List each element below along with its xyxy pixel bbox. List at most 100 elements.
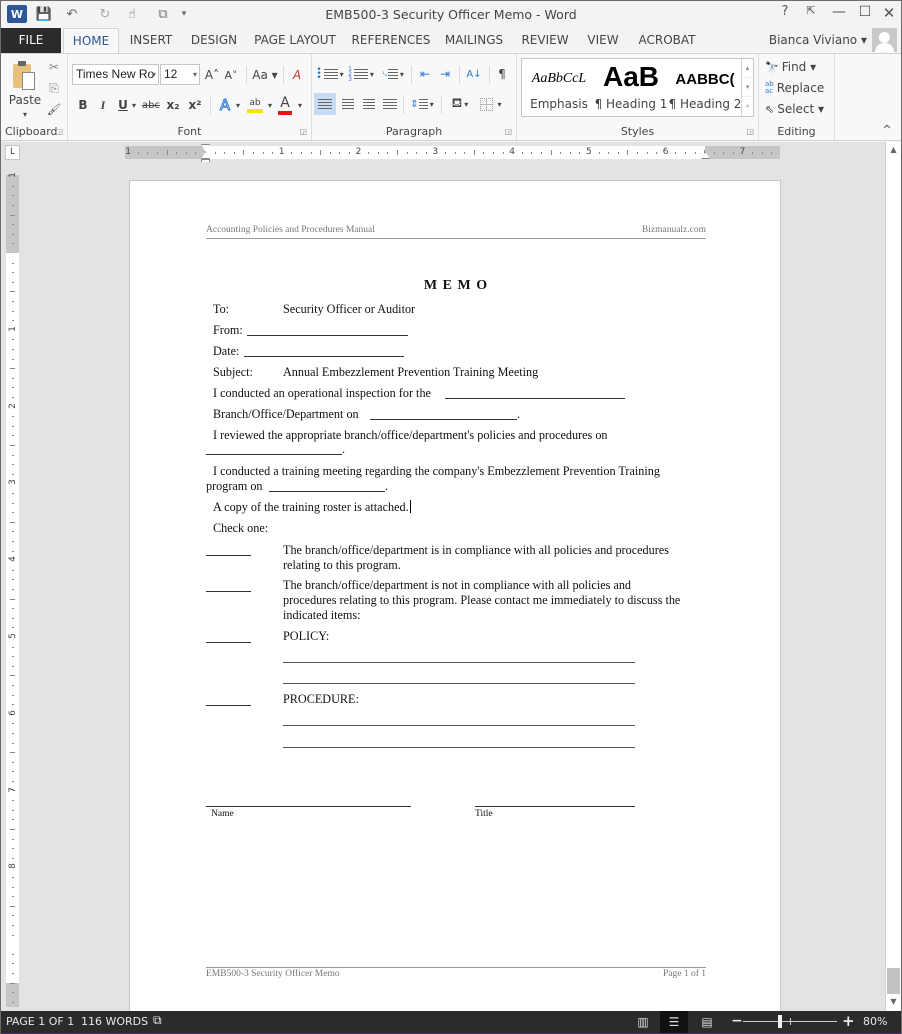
bold-button[interactable]: B — [76, 95, 90, 115]
style-emphasis[interactable]: AaBbCcL Emphasis — [524, 59, 594, 116]
scroll-down-arrow[interactable]: ▼ — [886, 994, 901, 1010]
tab-insert[interactable]: INSERT — [123, 28, 179, 53]
chevron-down-icon[interactable]: ▾ — [296, 95, 304, 115]
align-right-button[interactable] — [359, 93, 379, 115]
ribbon-display-options-button[interactable]: ⇱ — [799, 4, 823, 24]
avatar[interactable] — [872, 28, 897, 52]
horizontal-ruler[interactable]: 1 1 2 3 4 5 6 7 — [125, 144, 780, 165]
tab-references[interactable]: REFERENCES — [349, 28, 433, 53]
web-layout-button[interactable]: ▤ — [693, 1011, 721, 1033]
paste-options-arrow[interactable]: ▾ — [19, 108, 31, 120]
font-launcher-icon[interactable]: ◲ — [299, 127, 307, 136]
gallery-up-button[interactable]: ▴ — [742, 59, 753, 78]
inspection-blank[interactable] — [445, 398, 625, 399]
underline-button[interactable]: U — [116, 95, 130, 115]
vertical-ruler[interactable]: 1 1 2 3 4 5 6 7 8 — [6, 172, 19, 1007]
policy-line-1[interactable] — [283, 662, 635, 664]
program-date-blank[interactable] — [269, 491, 385, 492]
copy-icon[interactable]: ⎘ — [45, 79, 63, 97]
shrink-font-button[interactable]: A˅ — [223, 65, 239, 85]
zoom-level[interactable]: 80% — [863, 1015, 887, 1028]
chevron-down-icon[interactable]: ▾ — [130, 95, 138, 115]
text-effects-button[interactable]: A — [216, 95, 234, 115]
reviewed-date-blank[interactable] — [206, 454, 342, 455]
change-case-button[interactable]: Aa ▾ — [250, 65, 280, 85]
zoom-slider-thumb[interactable] — [777, 1015, 782, 1028]
sort-button[interactable]: A↓ — [464, 64, 484, 84]
document-page[interactable]: Accounting Policies and Procedures Manua… — [129, 180, 781, 1020]
numbering-button[interactable]: 1 2 3 ▾ — [346, 64, 376, 84]
line-spacing-button[interactable]: ⇕ ▾ — [407, 93, 437, 115]
style-heading-2[interactable]: AABBC( ¶ Heading 2 — [668, 59, 742, 116]
tab-acrobat[interactable]: ACROBAT — [633, 28, 701, 53]
policy-checkbox-blank[interactable] — [206, 642, 251, 643]
close-button[interactable]: ✕ — [877, 4, 901, 24]
scroll-up-arrow[interactable]: ▲ — [886, 142, 901, 158]
zoom-in-button[interactable]: + — [842, 1012, 855, 1030]
tab-home[interactable]: HOME — [63, 28, 119, 54]
font-name-combo[interactable]: Times New Ro ▾ — [72, 64, 159, 85]
font-color-button[interactable]: A — [276, 94, 294, 116]
from-blank[interactable] — [247, 335, 408, 336]
read-mode-button[interactable]: ▥ — [629, 1011, 657, 1033]
increase-indent-button[interactable]: ⇥ — [436, 64, 454, 84]
collapse-ribbon-button[interactable]: ^ — [879, 122, 895, 136]
find-button[interactable]: 🔭 Find ▾ — [765, 57, 829, 77]
italic-button[interactable]: I — [96, 95, 110, 115]
multilevel-list-button[interactable]: ¹ₐ ▾ — [378, 64, 408, 84]
tab-review[interactable]: REVIEW — [517, 28, 573, 53]
chevron-down-icon[interactable]: ▾ — [234, 95, 242, 115]
vertical-scrollbar[interactable]: ▲ ▼ — [885, 142, 901, 1011]
select-button[interactable]: ⇖ Select ▾ — [765, 99, 829, 119]
tab-file[interactable]: FILE — [1, 28, 61, 53]
zoom-out-button[interactable]: − — [731, 1013, 743, 1029]
tab-page-layout[interactable]: PAGE LAYOUT — [251, 28, 339, 53]
decrease-indent-button[interactable]: ⇤ — [416, 64, 434, 84]
tab-mailings[interactable]: MAILINGS — [441, 28, 507, 53]
borders-button[interactable]: ▾ — [476, 93, 506, 115]
chevron-down-icon[interactable]: ▾ — [193, 65, 197, 84]
strikethrough-button[interactable]: abc — [140, 95, 162, 115]
tab-selector[interactable]: L — [5, 145, 20, 160]
print-layout-button[interactable]: ☰ — [660, 1011, 688, 1033]
superscript-button[interactable]: x² — [186, 95, 204, 115]
styles-launcher-icon[interactable]: ◲ — [746, 127, 754, 136]
procedure-line-1[interactable] — [283, 725, 635, 727]
replace-button[interactable]: ab ac Replace — [765, 78, 833, 98]
scroll-thumb[interactable] — [887, 968, 900, 994]
name-signature-line[interactable] — [206, 806, 411, 807]
chevron-down-icon[interactable]: ▾ — [152, 65, 156, 84]
page-count[interactable]: PAGE 1 OF 1 — [6, 1015, 74, 1028]
bullets-button[interactable]: • • • ▾ — [316, 64, 344, 84]
gallery-down-button[interactable]: ▾ — [742, 78, 753, 97]
user-account[interactable]: Bianca Viviano ▾ — [769, 33, 867, 47]
branch-date-blank[interactable] — [370, 419, 517, 420]
paste-button[interactable] — [9, 58, 39, 94]
align-left-button[interactable] — [314, 93, 336, 115]
maximize-button[interactable]: ☐ — [853, 4, 877, 24]
show-formatting-button[interactable]: ¶ — [494, 64, 510, 84]
align-center-button[interactable] — [338, 93, 358, 115]
subscript-button[interactable]: x₂ — [164, 95, 182, 115]
cut-icon[interactable]: ✂ — [45, 58, 63, 76]
title-signature-line[interactable] — [475, 806, 635, 807]
policy-line-2[interactable] — [283, 683, 635, 685]
paste-label[interactable]: Paste — [7, 92, 43, 108]
clear-formatting-button[interactable]: A — [288, 65, 306, 85]
minimize-button[interactable]: — — [827, 4, 851, 24]
shading-button[interactable]: ⛾ ▾ — [446, 93, 474, 115]
tab-design[interactable]: DESIGN — [185, 28, 243, 53]
word-count[interactable]: 116 WORDS — [81, 1015, 148, 1028]
gallery-more-button[interactable]: ⩡ — [742, 97, 753, 116]
chevron-down-icon[interactable]: ▾ — [266, 95, 274, 115]
procedure-line-2[interactable] — [283, 747, 635, 749]
justify-button[interactable] — [380, 93, 400, 115]
highlight-button[interactable]: ab — [245, 94, 265, 116]
proofing-icon[interactable]: ⧉ — [153, 1013, 162, 1028]
font-size-combo[interactable]: 12 ▾ — [160, 64, 200, 85]
compliant-checkbox-blank[interactable] — [206, 555, 251, 556]
paragraph-launcher-icon[interactable]: ◲ — [504, 127, 512, 136]
grow-font-button[interactable]: A˄ — [204, 65, 220, 85]
clipboard-launcher-icon[interactable]: ◲ — [55, 127, 63, 136]
style-heading-1[interactable]: AaB ¶ Heading 1 — [594, 59, 668, 116]
